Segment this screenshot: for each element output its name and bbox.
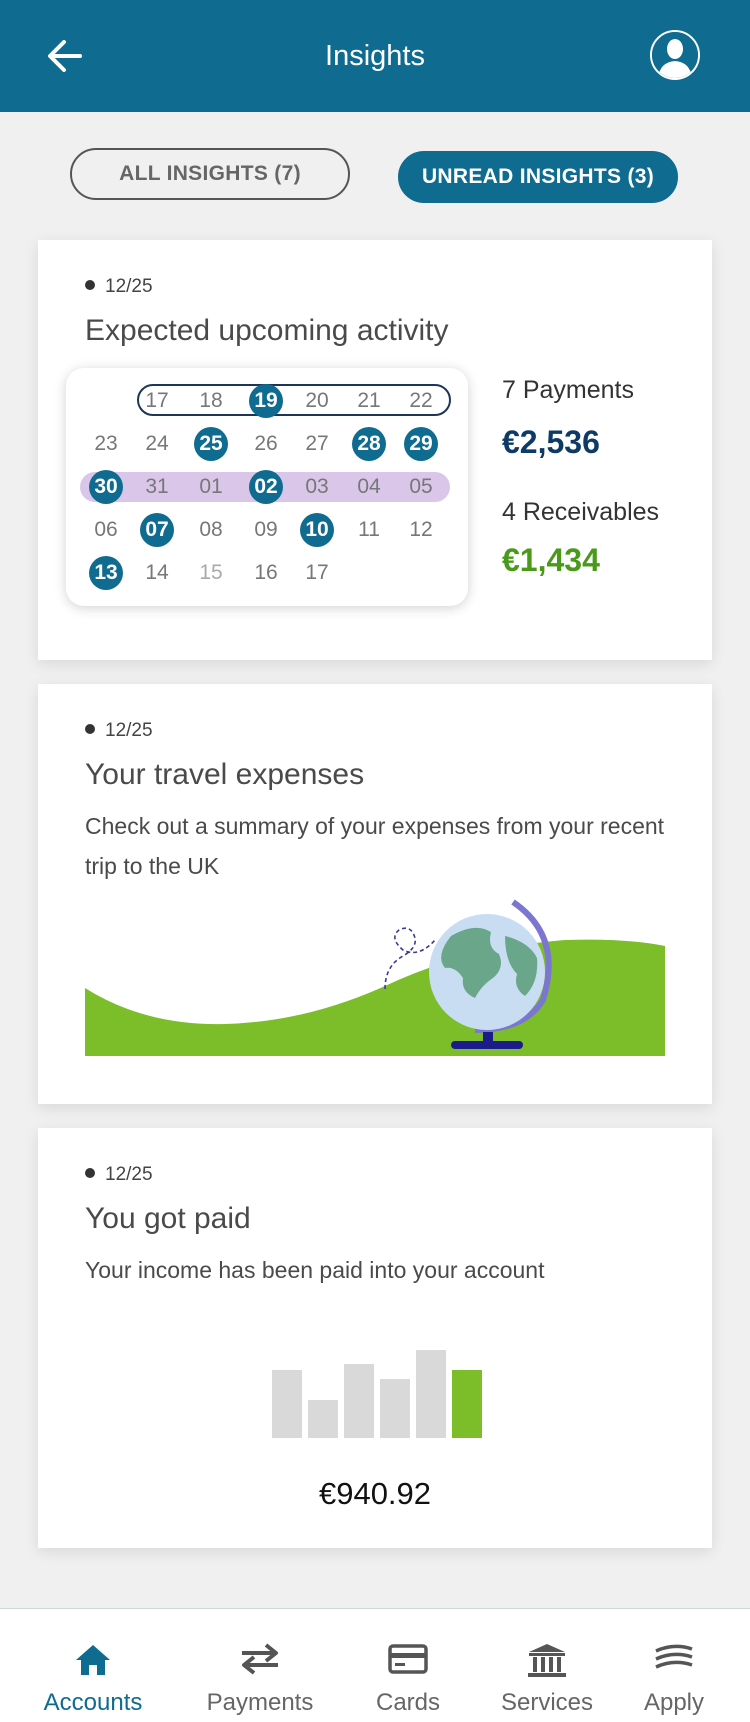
calendar-day: 25	[194, 427, 228, 461]
income-bar	[308, 1400, 338, 1438]
nav-accounts[interactable]: Accounts	[0, 1609, 186, 1722]
income-bar	[380, 1379, 410, 1438]
calendar-day: 09	[254, 518, 278, 541]
card-description: Check out a summary of your expenses fro…	[85, 813, 665, 879]
home-icon	[76, 1645, 110, 1675]
calendar-day: 28	[352, 427, 386, 461]
app-header: Insights	[0, 0, 750, 112]
calendar-day: 26	[254, 432, 278, 455]
calendar-day: 29	[404, 427, 438, 461]
card-date: 12/25	[85, 720, 153, 742]
bottom-navigation: Accounts Payments Cards Services Apply	[0, 1608, 750, 1722]
income-bar	[416, 1350, 446, 1438]
calendar-day: 15	[199, 561, 223, 584]
paid-amount: €940.92	[318, 1476, 432, 1511]
nav-label: Services	[500, 1689, 594, 1716]
calendar-day: 03	[305, 475, 329, 498]
mini-calendar: 17 18 19 20 21 22 23 24 25 26 27 28 29 30 31 01 02 03 04 05…	[66, 368, 468, 606]
nav-label: Apply	[643, 1689, 705, 1716]
income-bar-chart	[272, 1350, 482, 1438]
nav-apply[interactable]: Apply	[612, 1609, 736, 1722]
calendar-day: 10	[300, 513, 334, 547]
insight-card-got-paid[interactable]: 12/25 You got paid Your income has been …	[38, 1128, 712, 1548]
transfer-arrows-icon	[242, 1643, 278, 1675]
receivables-count: 4 Receivables	[502, 498, 660, 526]
nav-label: Cards	[375, 1689, 441, 1716]
nav-services[interactable]: Services	[482, 1609, 612, 1722]
card-description: Your income has been paid into your acco…	[85, 1257, 545, 1283]
calendar-day: 21	[357, 389, 381, 412]
calendar-day: 16	[254, 561, 278, 584]
tab-all-insights[interactable]: ALL INSIGHTS (7)	[70, 148, 350, 200]
calendar-day: 13	[89, 556, 123, 590]
calendar-day: 07	[140, 513, 174, 547]
calendar-day: 30	[89, 470, 123, 504]
calendar-day: 17	[305, 561, 329, 584]
calendar-day: 18	[199, 389, 223, 412]
card-date: 12/25	[85, 1164, 153, 1186]
income-bar	[344, 1364, 374, 1438]
calendar-day: 27	[305, 432, 329, 455]
insight-card-travel-expenses[interactable]: 12/25 Your travel expenses Check out a s…	[38, 684, 712, 1104]
calendar-day: 04	[357, 475, 381, 498]
stack-icon	[655, 1644, 693, 1669]
calendar-day: 20	[305, 389, 329, 412]
calendar-day: 02	[249, 470, 283, 504]
calendar-day: 14	[145, 561, 169, 584]
calendar-day: 01	[199, 475, 223, 498]
calendar-day: 19	[249, 384, 283, 418]
bank-icon	[528, 1644, 566, 1677]
calendar-day: 12	[409, 518, 433, 541]
nav-cards[interactable]: Cards	[334, 1609, 482, 1722]
profile-button[interactable]	[650, 30, 700, 80]
payments-count: 7 Payments	[502, 376, 635, 404]
payments-amount: €2,536	[502, 424, 600, 460]
income-bar	[452, 1370, 482, 1438]
calendar-day: 08	[199, 518, 223, 541]
nav-payments[interactable]: Payments	[186, 1609, 334, 1722]
calendar-day: 22	[409, 389, 433, 412]
insight-card-upcoming-activity[interactable]: 12/25 Expected upcoming activity 17 18 19 2…	[38, 240, 712, 660]
nav-label: Accounts	[43, 1689, 143, 1716]
calendar-day: 06	[94, 518, 118, 541]
green-hills	[85, 939, 665, 1056]
page-title: Insights	[325, 40, 425, 72]
nav-label: Payments	[206, 1689, 314, 1716]
receivables-amount: €1,434	[502, 542, 600, 578]
tab-unread-insights[interactable]: UNREAD INSIGHTS (3)	[398, 151, 678, 203]
card-title: You got paid	[85, 1202, 251, 1235]
calendar-day: 23	[94, 432, 118, 455]
card-icon	[388, 1644, 428, 1674]
calendar-day: 31	[145, 475, 169, 498]
calendar-day: 17	[145, 389, 169, 412]
card-date: 12/25	[85, 276, 153, 298]
calendar-day: 24	[145, 432, 169, 455]
calendar-day: 05	[409, 475, 433, 498]
calendar-day: 11	[358, 518, 380, 541]
card-title: Your travel expenses	[85, 758, 365, 791]
travel-illustration	[85, 899, 665, 1056]
card-title: Expected upcoming activity	[85, 314, 449, 347]
income-bar	[272, 1370, 302, 1438]
user-avatar-icon	[652, 32, 698, 78]
